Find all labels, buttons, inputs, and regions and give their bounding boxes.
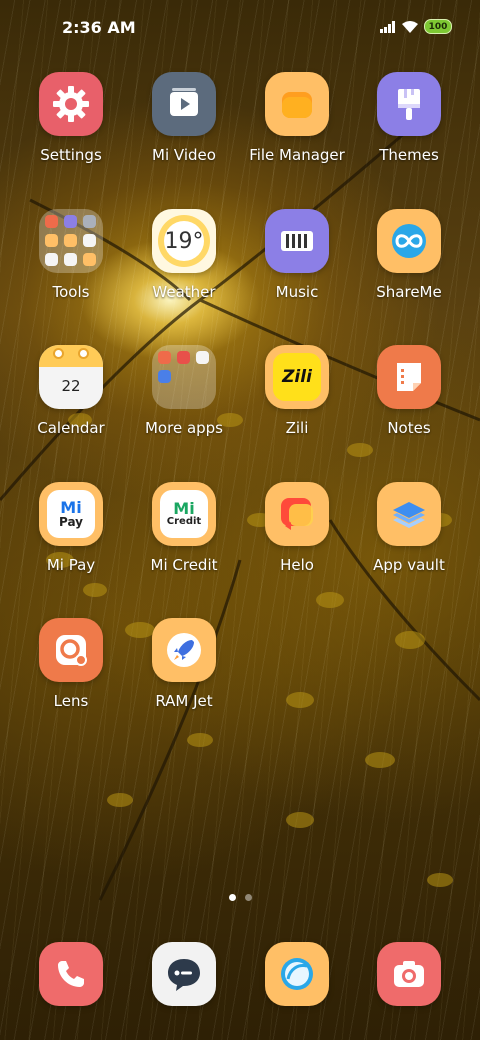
app-label: Mi Pay — [46, 556, 96, 574]
paintbrush-icon — [377, 72, 441, 136]
mi-pay-logo-top: Mi — [60, 498, 82, 517]
folder-more-apps[interactable]: More apps — [129, 345, 239, 437]
message-icon — [152, 942, 216, 1006]
note-icon — [377, 345, 441, 409]
app-label: Calendar — [37, 419, 105, 437]
status-time: 2:36 AM — [62, 18, 136, 37]
mi-pay-logo-icon: Mi Pay — [39, 482, 103, 546]
app-label: Music — [275, 283, 319, 301]
sun-icon: 19° — [152, 209, 216, 273]
zili-logo-text: Zili — [282, 367, 312, 387]
weather-temperature: 19° — [164, 228, 204, 254]
infinity-icon — [377, 209, 441, 273]
app-label: Tools — [52, 283, 90, 301]
app-label: Notes — [387, 419, 431, 437]
camera-icon — [377, 942, 441, 1006]
app-calendar[interactable]: 22 Calendar — [16, 345, 126, 437]
app-label: Mi Credit — [150, 556, 218, 574]
lens-icon — [39, 618, 103, 682]
app-weather[interactable]: 19° Weather — [129, 209, 239, 301]
wifi-icon — [402, 20, 418, 33]
app-label: Mi Video — [152, 146, 216, 164]
browser-icon — [265, 942, 329, 1006]
signal-icon — [380, 20, 395, 33]
app-label: Helo — [280, 556, 314, 574]
app-notes[interactable]: Notes — [354, 345, 464, 437]
app-label: Themes — [379, 146, 439, 164]
app-music[interactable]: Music — [242, 209, 352, 301]
layers-icon — [377, 482, 441, 546]
app-label: App vault — [373, 556, 445, 574]
app-settings[interactable]: Settings — [16, 72, 126, 164]
settings-icon — [39, 72, 103, 136]
app-label: ShareMe — [376, 283, 442, 301]
app-label: File Manager — [249, 146, 345, 164]
folder-tools[interactable]: Tools — [16, 209, 126, 301]
app-mi-video[interactable]: Mi Video — [129, 72, 239, 164]
folder-icon — [265, 72, 329, 136]
mi-credit-logo-bottom: Credit — [166, 516, 202, 527]
dock-camera[interactable] — [354, 942, 464, 1006]
helo-logo-icon — [265, 482, 329, 546]
app-shareme[interactable]: ShareMe — [354, 209, 464, 301]
status-icons: 100 — [380, 19, 452, 34]
app-app-vault[interactable]: App vault — [354, 482, 464, 574]
page-indicator — [0, 894, 480, 901]
app-label: Lens — [53, 692, 89, 710]
mi-pay-logo-bottom: Pay — [58, 515, 84, 529]
app-helo[interactable]: Helo — [242, 482, 352, 574]
page-dot-1[interactable] — [228, 894, 236, 901]
app-label: Settings — [40, 146, 102, 164]
folder-grid-icon — [39, 209, 103, 273]
zili-logo-icon: Zili — [265, 345, 329, 409]
piano-keys-icon — [265, 209, 329, 273]
app-mi-pay[interactable]: Mi Pay Mi Pay — [16, 482, 126, 574]
rocket-icon — [152, 618, 216, 682]
calendar-icon: 22 — [39, 345, 103, 409]
app-label: RAM Jet — [155, 692, 213, 710]
folder-grid-icon — [152, 345, 216, 409]
dock-messages[interactable] — [129, 942, 239, 1006]
page-dot-2[interactable] — [244, 894, 252, 901]
phone-icon — [39, 942, 103, 1006]
app-label: More apps — [144, 419, 223, 437]
mi-credit-logo-top: Mi — [173, 499, 195, 518]
battery-indicator: 100 — [424, 19, 452, 34]
app-lens[interactable]: Lens — [16, 618, 126, 710]
dock-browser[interactable] — [242, 942, 352, 1006]
dock-phone[interactable] — [16, 942, 126, 1006]
app-themes[interactable]: Themes — [354, 72, 464, 164]
app-mi-credit[interactable]: Mi Credit Mi Credit — [129, 482, 239, 574]
app-file-manager[interactable]: File Manager — [242, 72, 352, 164]
calendar-day: 22 — [61, 377, 81, 395]
mi-credit-logo-icon: Mi Credit — [152, 482, 216, 546]
app-zili[interactable]: Zili Zili — [242, 345, 352, 437]
app-label: Weather — [152, 283, 216, 301]
app-label: Zili — [285, 419, 309, 437]
play-video-icon — [152, 72, 216, 136]
app-ram-jet[interactable]: RAM Jet — [129, 618, 239, 710]
